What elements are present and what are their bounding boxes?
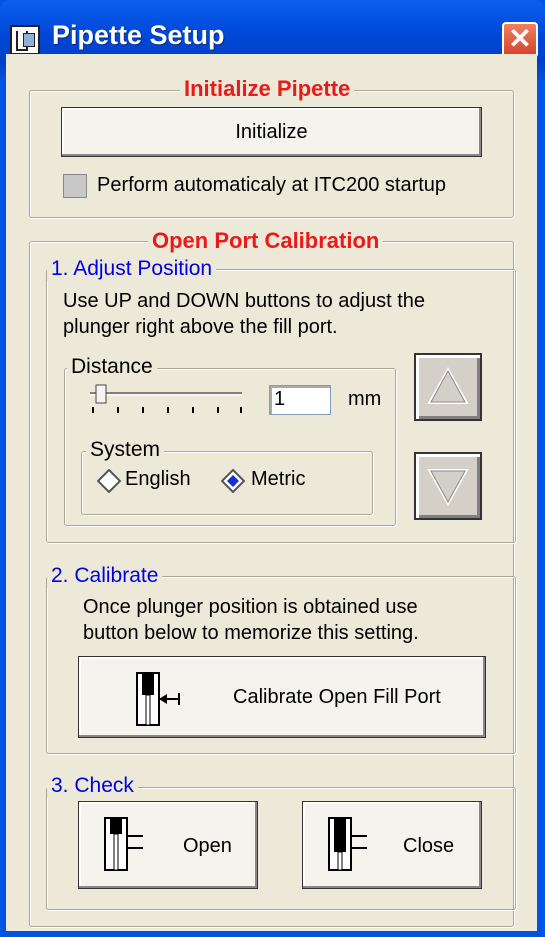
distance-legend: Distance [67, 355, 157, 379]
auto-init-checkbox[interactable] [63, 174, 87, 198]
calibrate-legend: 2. Calibrate [47, 564, 163, 588]
english-label: English [125, 468, 191, 490]
close-button[interactable]: ✕ [502, 22, 538, 58]
window-title: Pipette Setup [52, 20, 225, 50]
initialize-legend: Initialize Pipette [180, 76, 355, 102]
dialog-body: Initialize Pipette Initialize Perform au… [6, 54, 537, 931]
distance-slider[interactable] [86, 384, 256, 416]
open-button[interactable]: Open [78, 801, 258, 889]
valve-open-icon [104, 817, 143, 871]
adjust-instructions-1: Use UP and DOWN buttons to adjust the [63, 290, 426, 312]
adjust-position-legend: 1. Adjust Position [47, 257, 217, 281]
close-button-label: Close [403, 835, 455, 857]
calibration-legend: Open Port Calibration [148, 228, 384, 254]
pipette-setup-window: Pipette Setup ✕ Initialize Pipette Initi… [0, 0, 545, 937]
close-valve-button[interactable]: Close [302, 801, 482, 889]
distance-unit: mm [348, 388, 382, 410]
down-button[interactable] [414, 452, 482, 520]
plunger-arrow-icon [136, 672, 180, 726]
slider-thumb [95, 384, 107, 404]
metric-label: Metric [251, 468, 306, 490]
auto-init-label: Perform automaticaly at ITC200 startup [97, 174, 447, 196]
distance-input[interactable]: 1 [269, 385, 331, 415]
adjust-instructions-2: plunger right above the fill port. [63, 316, 338, 338]
system-legend: System [86, 438, 165, 462]
calibrate-button-label: Calibrate Open Fill Port [233, 686, 441, 708]
initialize-button[interactable]: Initialize [61, 107, 482, 157]
check-legend: 3. Check [47, 774, 138, 798]
calibrate-open-fill-port-button[interactable]: Calibrate Open Fill Port [78, 656, 486, 738]
english-radio[interactable] [97, 469, 121, 493]
open-button-label: Open [183, 835, 232, 857]
down-triangle-icon [427, 469, 469, 507]
app-icon [10, 25, 40, 55]
metric-radio[interactable] [221, 469, 245, 493]
calibrate-instructions-2: button below to memorize this setting. [83, 622, 419, 644]
up-button[interactable] [414, 353, 482, 421]
up-triangle-icon [427, 366, 469, 404]
valve-close-icon [328, 817, 367, 871]
calibrate-instructions-1: Once plunger position is obtained use [83, 596, 418, 618]
